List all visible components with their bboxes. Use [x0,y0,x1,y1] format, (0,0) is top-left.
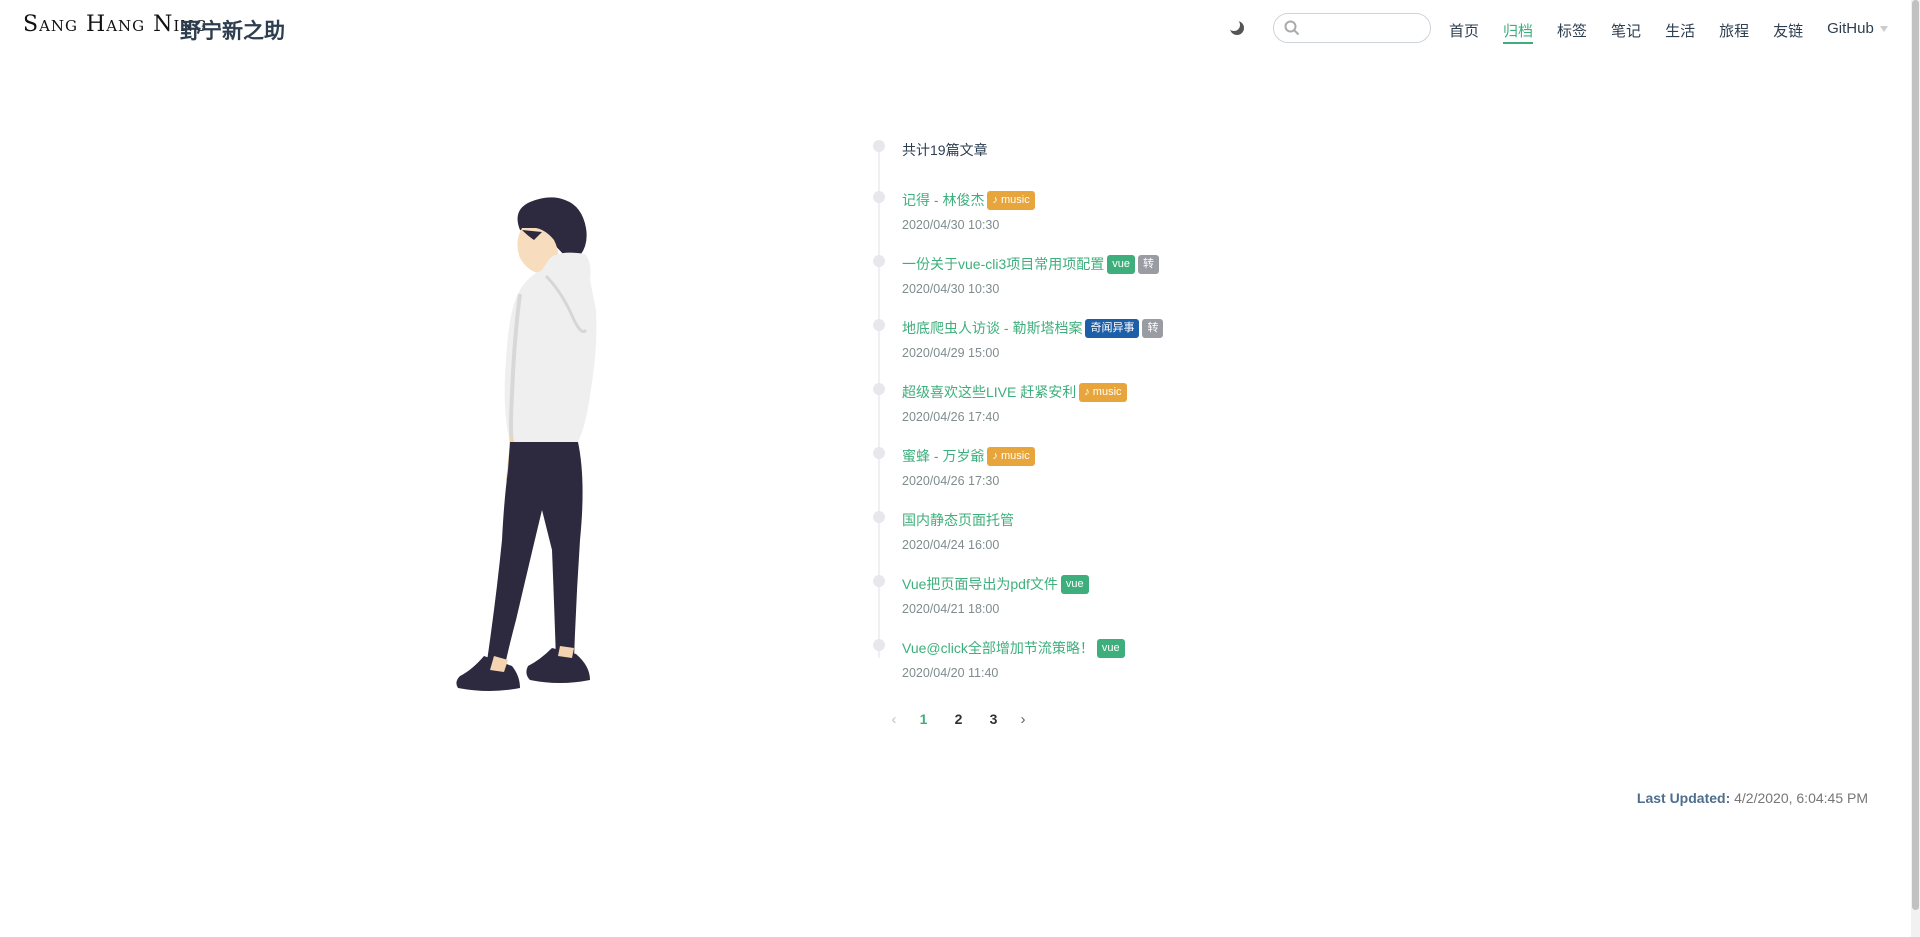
post-title-link[interactable]: 一份关于vue-cli3项目常用项配置 [902,256,1104,272]
post-title-link[interactable]: 记得 - 林俊杰 [902,192,984,208]
post-title-link[interactable]: 国内静态页面托管 [902,512,1014,528]
nav-item-github[interactable]: GitHub [1827,0,1888,38]
post-date: 2020/04/30 10:30 [902,218,1000,232]
timeline-dot [873,639,885,651]
post-date: 2020/04/26 17:30 [902,474,1000,488]
last-updated-value: 4/2/2020, 6:04:45 PM [1734,790,1868,806]
timeline-dot [873,575,885,587]
search-icon [1284,20,1300,36]
post-date: 2020/04/26 17:40 [902,410,1000,424]
post-title-link[interactable]: 超级喜欢这些LIVE 赶紧安利 [902,384,1076,400]
music-tag[interactable]: ♪ music [987,447,1035,466]
post-title-link[interactable]: 地底爬虫人访谈 - 勒斯塔档案 [902,320,1082,336]
repost-tag[interactable]: 转 [1142,319,1164,338]
timeline-dot [873,447,885,459]
person-illustration [450,180,670,710]
oddities-tag[interactable]: 奇闻异事 [1085,319,1140,338]
last-updated-label: Last Updated: [1636,790,1731,806]
post-count: 共计19篇文章 [902,142,988,158]
post-title-link[interactable]: 蜜蜂 - 万岁爺 [902,448,984,464]
nav-item-archive[interactable]: 归档 [1503,0,1534,44]
timeline-dot [873,255,885,267]
timeline-dot [873,319,885,331]
timeline-dot [873,511,885,523]
chevron-left-icon[interactable]: ‹ [882,711,906,728]
nav-item-life[interactable]: 生活 [1665,0,1695,40]
list-item: 蜜蜂 - 万岁爺 ♪ music 2020/04/26 17:30 [902,446,1035,488]
page-button-1[interactable]: 1 [906,711,941,727]
vue-tag[interactable]: vue [1107,255,1135,274]
post-date: 2020/04/29 15:00 [902,346,1000,360]
list-item: Vue@click全部增加节流策略！ vue 2020/04/20 11:40 [902,638,1125,680]
nav-item-home[interactable]: 首页 [1449,0,1479,40]
nav-item-notes[interactable]: 笔记 [1611,0,1641,40]
list-item: 记得 - 林俊杰 ♪ music 2020/04/30 10:30 [902,190,1035,232]
scrollbar[interactable] [1911,0,1920,937]
last-updated: Last Updated: 4/2/2020, 6:04:45 PM [1637,790,1868,806]
post-date: 2020/04/21 18:00 [902,602,1000,616]
vue-tag[interactable]: vue [1096,639,1125,658]
caret-down-icon [1879,26,1888,33]
pagination: ‹ 1 2 3 › [882,707,1035,731]
page-button-3[interactable]: 3 [976,711,1011,727]
repost-tag[interactable]: 转 [1138,255,1159,274]
nav-links: 首页 归档 标签 笔记 生活 旅程 友链 GitHub [1449,0,1912,58]
moon-icon[interactable] [1228,19,1246,37]
search-box[interactable] [1273,13,1431,43]
list-item: 地底爬虫人访谈 - 勒斯塔档案 奇闻异事转 2020/04/29 15:00 [902,318,1164,360]
post-date: 2020/04/24 16:00 [902,538,1000,552]
music-tag[interactable]: ♪ music [1079,383,1127,402]
search-input[interactable] [1306,18,1428,40]
site-name[interactable]: 野宁新之助 [180,15,285,45]
post-title-link[interactable]: Vue@click全部增加节流策略！ [902,640,1094,656]
post-date: 2020/04/20 11:40 [902,666,999,680]
nav-item-tags[interactable]: 标签 [1557,0,1587,40]
post-date: 2020/04/30 10:30 [902,282,1000,296]
timeline-dot [873,383,885,395]
chevron-right-icon[interactable]: › [1011,711,1035,728]
list-item: Vue把页面导出为pdf文件 vue 2020/04/21 18:00 [902,574,1089,616]
list-item: 一份关于vue-cli3项目常用项配置 vue 转 2020/04/30 10:30 [902,254,1159,296]
list-item: 超级喜欢这些LIVE 赶紧安利 ♪ music 2020/04/26 17:40 [902,382,1127,424]
vue-tag[interactable]: vue [1060,575,1089,594]
post-title-link[interactable]: Vue把页面导出为pdf文件 [902,576,1058,592]
page-button-2[interactable]: 2 [941,711,976,727]
navbar: Sang Hang Ning 野宁新之助 首页 归档 标签 笔记 生活 旅程 友… [0,0,1920,58]
music-tag[interactable]: ♪ music [987,191,1035,210]
scrollbar-thumb[interactable] [1912,0,1919,910]
nav-item-friends[interactable]: 友链 [1773,0,1803,40]
timeline-dot [873,140,885,152]
nav-item-journey[interactable]: 旅程 [1719,0,1749,40]
list-item: 国内静态页面托管 2020/04/24 16:00 [902,510,1014,552]
timeline-dot [873,191,885,203]
